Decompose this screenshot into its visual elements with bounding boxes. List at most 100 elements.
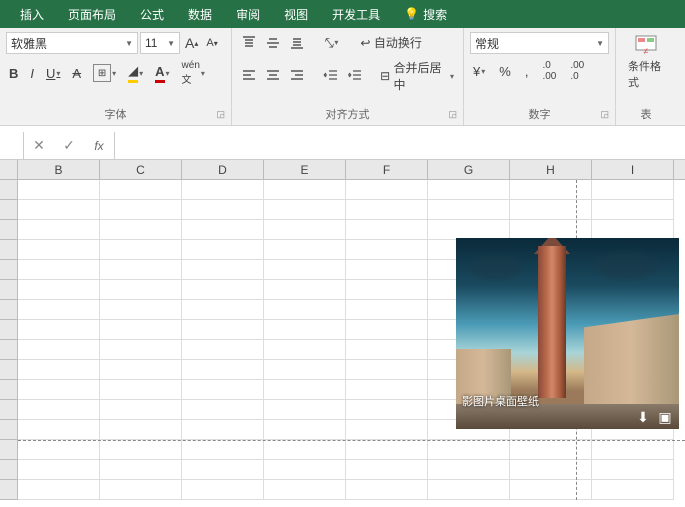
cell[interactable] [182,420,264,440]
cell[interactable] [100,320,182,340]
cell[interactable] [18,440,100,460]
cell[interactable] [18,200,100,220]
cell[interactable] [428,460,510,480]
cell[interactable] [18,460,100,480]
cell[interactable] [346,240,428,260]
column-header[interactable]: F [346,160,428,179]
row-header[interactable] [0,440,18,460]
cell[interactable] [346,260,428,280]
cell[interactable] [182,300,264,320]
cell[interactable] [100,260,182,280]
cell[interactable] [100,200,182,220]
cell[interactable] [182,200,264,220]
menu-review[interactable]: 审阅 [224,0,272,28]
comma-button[interactable]: , [522,62,532,81]
cell[interactable] [182,460,264,480]
cell[interactable] [18,340,100,360]
cell[interactable] [346,460,428,480]
cell[interactable] [264,460,346,480]
cell[interactable] [592,480,674,500]
cell[interactable] [18,380,100,400]
cell[interactable] [18,320,100,340]
cell[interactable] [18,180,100,200]
dialog-launcher-icon[interactable]: ◲ [448,109,457,120]
cell[interactable] [428,220,510,240]
cell[interactable] [510,480,592,500]
orientation-button[interactable]: ⤡▾ [320,33,341,53]
cell[interactable] [182,400,264,420]
cell[interactable] [264,320,346,340]
column-header[interactable]: D [182,160,264,179]
download-icon[interactable]: ⬇ [635,409,651,425]
cell[interactable] [264,480,346,500]
cell[interactable] [428,480,510,500]
cell[interactable] [346,380,428,400]
cell[interactable] [592,200,674,220]
cell[interactable] [100,440,182,460]
wrap-text-button[interactable]: ↩ 自动换行 [357,32,424,53]
insert-function-button[interactable]: fx [84,132,114,159]
cell[interactable] [100,180,182,200]
decrease-indent-button[interactable] [320,66,342,86]
align-right-button[interactable] [286,66,308,86]
confirm-button[interactable]: ✓ [54,132,84,159]
row-header[interactable] [0,200,18,220]
cell[interactable] [100,340,182,360]
bold-button[interactable]: B [6,64,21,83]
cell[interactable] [182,180,264,200]
cell[interactable] [592,460,674,480]
cell[interactable] [100,380,182,400]
phonetic-button[interactable]: wén文▾ [179,58,208,88]
column-header[interactable]: G [428,160,510,179]
border-button[interactable]: ⊞▾ [90,62,119,84]
row-header[interactable] [0,300,18,320]
cell[interactable] [182,480,264,500]
cell[interactable] [18,300,100,320]
cell[interactable] [264,260,346,280]
decrease-font-button[interactable]: A▾ [203,35,220,51]
dialog-launcher-icon[interactable]: ◲ [600,109,609,120]
cell[interactable] [18,240,100,260]
cell[interactable] [264,440,346,460]
row-header[interactable] [0,460,18,480]
menu-devtools[interactable]: 开发工具 [320,0,392,28]
cell[interactable] [264,420,346,440]
cell[interactable] [182,280,264,300]
align-left-button[interactable] [238,66,260,86]
cell[interactable] [182,260,264,280]
cell[interactable] [346,180,428,200]
cell[interactable] [100,300,182,320]
font-size-combo[interactable]: 11 ▼ [140,32,180,54]
cell[interactable] [182,360,264,380]
conditional-format-button[interactable]: ≠ 条件格式 [622,32,670,92]
cell[interactable] [182,220,264,240]
row-header[interactable] [0,180,18,200]
column-header[interactable]: H [510,160,592,179]
cell[interactable] [100,420,182,440]
cell[interactable] [18,260,100,280]
row-header[interactable] [0,280,18,300]
cell[interactable] [182,440,264,460]
row-header[interactable] [0,380,18,400]
column-header[interactable]: C [100,160,182,179]
row-header[interactable] [0,340,18,360]
cell[interactable] [510,220,592,240]
cell[interactable] [264,380,346,400]
cell[interactable] [346,360,428,380]
cell[interactable] [510,180,592,200]
cell[interactable] [510,440,592,460]
align-center-button[interactable] [262,66,284,86]
cell[interactable] [510,200,592,220]
font-name-combo[interactable]: 软雅黑 ▼ [6,32,138,54]
cell[interactable] [18,480,100,500]
menu-insert[interactable]: 插入 [8,0,56,28]
cell[interactable] [264,180,346,200]
cell[interactable] [100,220,182,240]
cell[interactable] [18,220,100,240]
menu-formula[interactable]: 公式 [128,0,176,28]
cell[interactable] [428,180,510,200]
row-header[interactable] [0,480,18,500]
increase-indent-button[interactable] [344,66,366,86]
percent-button[interactable]: % [496,62,514,81]
cell[interactable] [264,200,346,220]
